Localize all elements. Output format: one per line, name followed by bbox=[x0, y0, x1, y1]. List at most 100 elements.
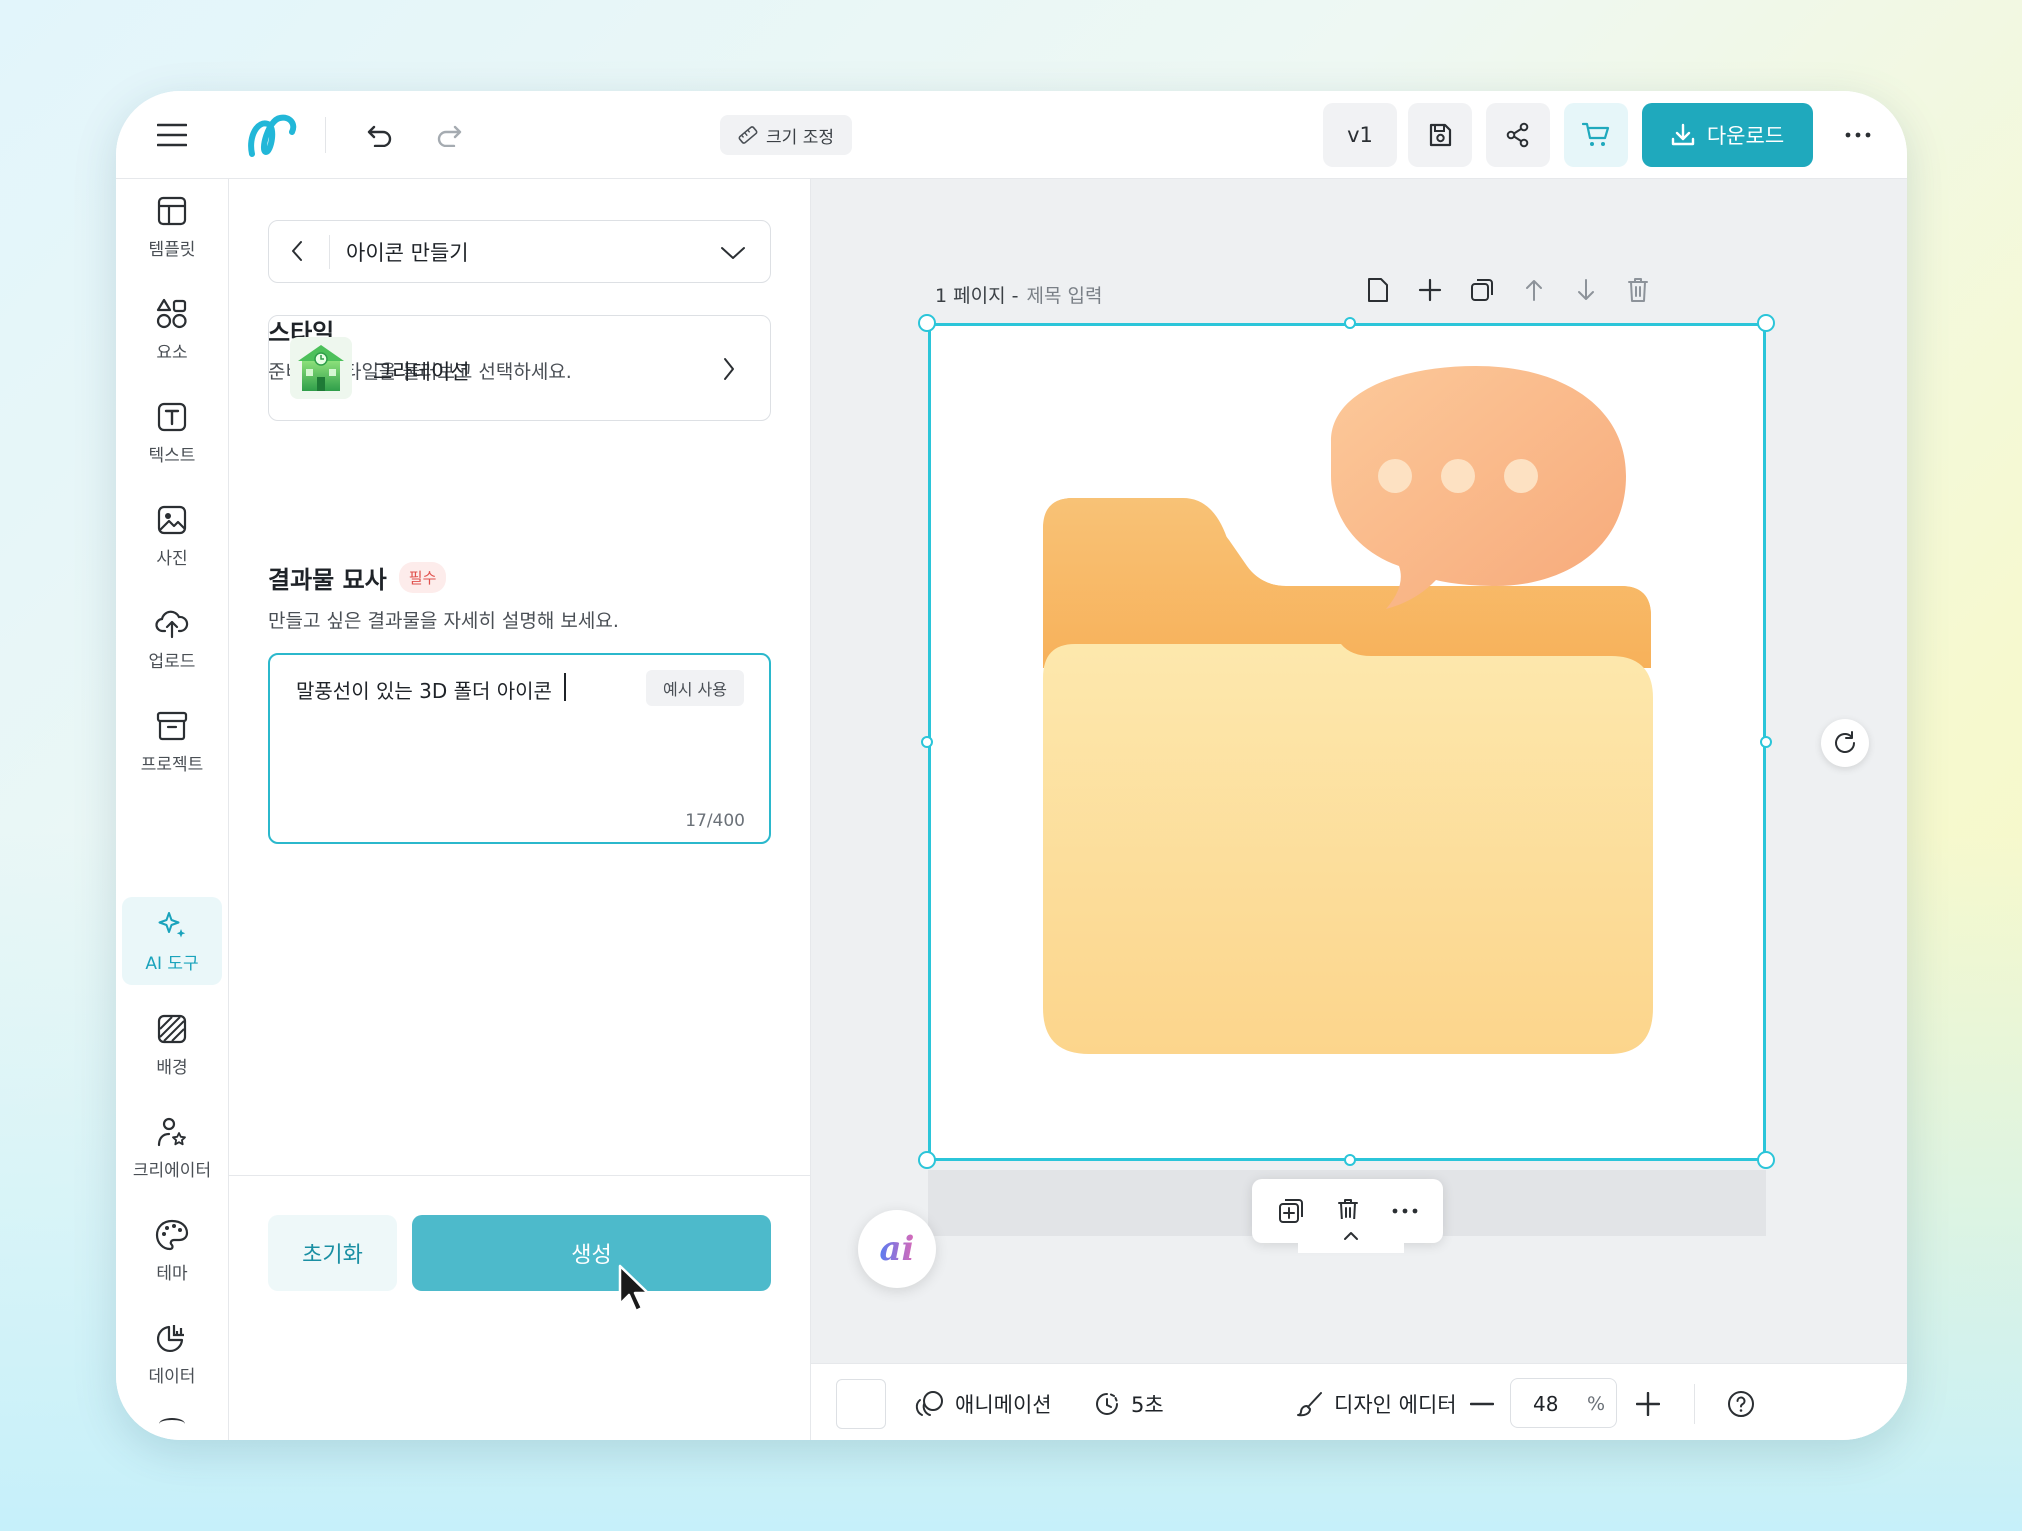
use-example-label: 예시 사용 bbox=[663, 680, 727, 699]
plus-icon bbox=[1636, 1392, 1660, 1416]
tool-selector[interactable]: 아이콘 만들기 bbox=[268, 220, 771, 283]
rail-item-background[interactable]: 배경 bbox=[122, 1001, 222, 1089]
design-editor-button[interactable]: 디자인 에디터 bbox=[1296, 1384, 1457, 1424]
help-button[interactable] bbox=[1721, 1384, 1761, 1424]
rail-label: 요소 bbox=[156, 342, 188, 363]
left-navigation-rail: 템플릿 요소 텍스트 사진 업로드 프로젝트 AI 도구 배경 크리에이터 테마… bbox=[116, 179, 229, 1440]
photo-icon bbox=[157, 505, 187, 534]
ruler-icon bbox=[738, 126, 758, 144]
logo-icon bbox=[248, 114, 297, 157]
use-example-button[interactable]: 예시 사용 bbox=[646, 670, 744, 706]
rail-item-data[interactable]: 데이터 bbox=[122, 1310, 222, 1398]
app-logo[interactable] bbox=[244, 107, 300, 163]
share-button[interactable] bbox=[1486, 103, 1550, 167]
upload-icon bbox=[155, 610, 189, 638]
timer-icon bbox=[1096, 1393, 1118, 1415]
resize-handle-top[interactable] bbox=[1344, 317, 1356, 329]
zoom-value: 48 bbox=[1533, 1392, 1559, 1416]
minus-icon bbox=[1470, 1402, 1494, 1406]
back-button[interactable] bbox=[277, 231, 317, 271]
resize-handle-right[interactable] bbox=[1760, 736, 1772, 748]
rail-item-photo[interactable]: 사진 bbox=[122, 492, 222, 580]
chevron-down-icon bbox=[721, 247, 745, 259]
zoom-input[interactable]: 48 % bbox=[1510, 1378, 1617, 1428]
undo-icon bbox=[367, 125, 392, 147]
zoom-in-button[interactable] bbox=[1628, 1384, 1668, 1424]
ai-sparkle-icon bbox=[158, 911, 186, 937]
description-subtext: 만들고 싶은 결과물을 자세히 설명해 보세요. bbox=[268, 610, 619, 632]
page-title-input[interactable]: 제목 입력 bbox=[1026, 281, 1102, 308]
more-options-button[interactable] bbox=[1838, 115, 1878, 155]
rail-item-text[interactable]: 텍스트 bbox=[122, 389, 222, 477]
resize-handle-left[interactable] bbox=[921, 736, 933, 748]
text-icon bbox=[157, 402, 187, 431]
undo-button[interactable] bbox=[360, 115, 400, 155]
duration-button[interactable]: 5초 bbox=[1093, 1384, 1164, 1424]
animation-icon bbox=[915, 1391, 943, 1416]
design-editor-label: 디자인 에디터 bbox=[1334, 1393, 1457, 1417]
top-toolbar: 크기 조정 v1 다운로드 bbox=[116, 91, 1907, 179]
style-open-button[interactable] bbox=[709, 349, 749, 389]
style-thumbnail bbox=[290, 337, 352, 399]
resize-label: 크기 조정 bbox=[766, 127, 834, 148]
download-button[interactable]: 다운로드 bbox=[1642, 103, 1813, 167]
style-selector-card[interactable]: 그라데이션 bbox=[268, 315, 771, 421]
app-window: 크기 조정 v1 다운로드 템플릿 요소 텍스트 사진 업로드 프로젝트 AI … bbox=[116, 91, 1907, 1440]
background-color-swatch[interactable] bbox=[836, 1379, 886, 1429]
data-chart-icon bbox=[156, 1324, 184, 1352]
folder-chat-illustration bbox=[1043, 366, 1653, 1054]
pages-panel-toggle[interactable] bbox=[1298, 1219, 1404, 1253]
background-icon bbox=[157, 1014, 187, 1043]
page-move-down-button[interactable] bbox=[1571, 275, 1601, 305]
rail-item-upload[interactable]: 업로드 bbox=[122, 595, 222, 683]
panel-footer-divider bbox=[229, 1175, 811, 1176]
resize-handle-bottom-left[interactable] bbox=[918, 1151, 936, 1169]
page-icon bbox=[1368, 278, 1388, 302]
page-delete-button[interactable] bbox=[1623, 275, 1653, 305]
resize-handle-bottom-right[interactable] bbox=[1757, 1151, 1775, 1169]
menu-button[interactable] bbox=[150, 113, 194, 157]
rail-item-ai-tools[interactable]: AI 도구 bbox=[122, 897, 222, 985]
rail-scroll-hint bbox=[159, 1418, 185, 1430]
ai-tool-panel: 아이콘 만들기 스타일 준비된 스타일을 둘러보고 선택하세요. 그라데이션 결… bbox=[229, 179, 811, 1440]
zoom-out-button[interactable] bbox=[1462, 1384, 1502, 1424]
style-name: 그라데이션 bbox=[373, 360, 470, 384]
resize-handle-top-right[interactable] bbox=[1757, 314, 1775, 332]
cart-button[interactable] bbox=[1564, 103, 1628, 167]
rail-label: 사진 bbox=[156, 548, 188, 569]
description-heading: 결과물 묘사 bbox=[268, 566, 387, 594]
chevron-right-icon bbox=[724, 358, 734, 380]
version-button[interactable]: v1 bbox=[1323, 103, 1397, 167]
rail-item-creator[interactable]: 크리에이터 bbox=[122, 1104, 222, 1192]
ai-assistant-button[interactable]: ai bbox=[858, 1210, 936, 1288]
duration-label: 5초 bbox=[1131, 1393, 1164, 1417]
animation-button[interactable]: 애니메이션 bbox=[915, 1384, 1052, 1424]
reset-button[interactable]: 초기화 bbox=[268, 1215, 397, 1291]
redo-button[interactable] bbox=[429, 115, 469, 155]
prompt-textarea[interactable]: 말풍선이 있는 3D 폴더 아이콘 예시 사용 17/400 bbox=[268, 653, 771, 844]
rail-item-project[interactable]: 프로젝트 bbox=[122, 698, 222, 786]
rotate-button[interactable] bbox=[1821, 719, 1869, 767]
rail-item-templates[interactable]: 템플릿 bbox=[122, 183, 222, 271]
design-page[interactable] bbox=[928, 323, 1766, 1161]
generate-button[interactable]: 생성 bbox=[412, 1215, 771, 1291]
resize-button[interactable]: 크기 조정 bbox=[720, 115, 852, 155]
redo-icon bbox=[437, 125, 462, 147]
template-icon bbox=[157, 196, 187, 225]
rail-item-elements[interactable]: 요소 bbox=[122, 286, 222, 374]
generate-label: 생성 bbox=[571, 1243, 612, 1268]
resize-handle-top-left[interactable] bbox=[918, 314, 936, 332]
resize-handle-bottom[interactable] bbox=[1344, 1154, 1356, 1166]
page-add-blank-button[interactable] bbox=[1363, 275, 1393, 305]
page-add-button[interactable] bbox=[1415, 275, 1445, 305]
palette-icon bbox=[155, 1219, 189, 1250]
brush-icon bbox=[1297, 1392, 1322, 1417]
page-actions bbox=[1363, 275, 1653, 305]
page-title-row: 1 페이지 - 제목 입력 bbox=[935, 281, 1102, 308]
page-duplicate-button[interactable] bbox=[1467, 275, 1497, 305]
chevron-up-icon bbox=[1344, 1232, 1358, 1240]
tool-dropdown-toggle[interactable] bbox=[715, 235, 751, 271]
rail-item-theme[interactable]: 테마 bbox=[122, 1207, 222, 1295]
save-button[interactable] bbox=[1408, 103, 1472, 167]
page-move-up-button[interactable] bbox=[1519, 275, 1549, 305]
